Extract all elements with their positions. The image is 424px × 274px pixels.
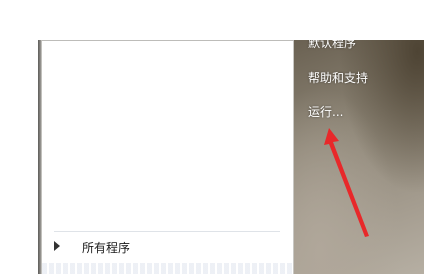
annotation-arrow-shape	[324, 128, 369, 237]
annotation-arrow	[324, 128, 369, 237]
